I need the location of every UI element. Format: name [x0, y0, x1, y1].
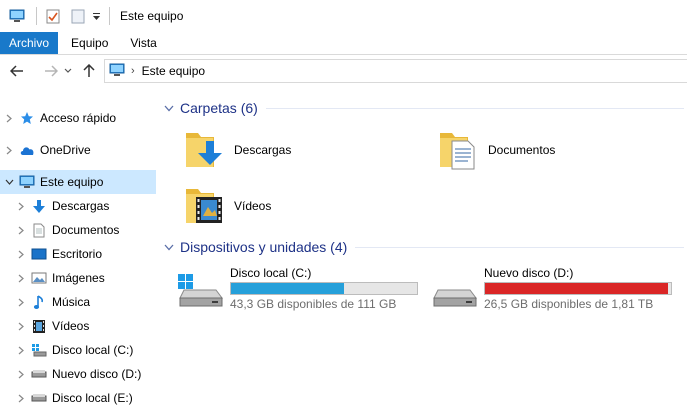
sidebar-item-escritorio[interactable]: Escritorio: [0, 242, 156, 266]
sidebar-item-imagenes[interactable]: Imágenes: [0, 266, 156, 290]
drive-tile-c[interactable]: Disco local (C:) 43,3 GB disponibles de …: [176, 266, 436, 312]
chevron-right-icon[interactable]: [0, 114, 18, 123]
chevron-down-icon[interactable]: [164, 101, 174, 115]
chevron-right-icon[interactable]: [12, 250, 30, 259]
computer-icon: [109, 63, 125, 80]
address-bar[interactable]: › Este equipo: [104, 59, 687, 83]
chevron-right-icon[interactable]: [0, 146, 18, 155]
sidebar-item-descargas[interactable]: Descargas: [0, 194, 156, 218]
pictures-icon: [30, 270, 48, 286]
sidebar-item-disco-local-e[interactable]: Disco local (E:): [0, 386, 156, 410]
sidebar-item-acceso-rapido[interactable]: Acceso rápido: [0, 106, 156, 130]
back-arrow-icon[interactable]: [6, 60, 28, 82]
group-divider: [355, 246, 684, 248]
chevron-right-icon[interactable]: [12, 202, 30, 211]
toolbar-separator: [109, 7, 110, 25]
cloud-icon: [18, 142, 36, 158]
document-icon: [30, 222, 48, 238]
navigation-pane: Acceso rápido OneDrive Este equipo Desca…: [0, 96, 158, 416]
chevron-right-icon[interactable]: [12, 226, 30, 235]
chevron-right-icon[interactable]: [12, 298, 30, 307]
customize-toolbar-dropdown-icon[interactable]: [89, 5, 103, 27]
recent-locations-chevron-icon[interactable]: [62, 60, 74, 82]
sidebar-item-nuevo-disco-d[interactable]: Nuevo disco (D:): [0, 362, 156, 386]
folder-tile-documentos[interactable]: Documentos: [438, 126, 555, 174]
sidebar-item-disco-local-c[interactable]: Disco local (C:): [0, 338, 156, 362]
group-header-dispositivos[interactable]: Dispositivos y unidades (4): [164, 236, 684, 258]
documents-folder-icon: [438, 127, 482, 174]
group-header-carpetas[interactable]: Carpetas (6): [164, 97, 684, 119]
chevron-right-icon[interactable]: [12, 274, 30, 283]
tab-equipo[interactable]: Equipo: [58, 32, 120, 54]
chevron-right-icon[interactable]: [12, 322, 30, 331]
properties-icon[interactable]: [43, 5, 63, 27]
tab-vista[interactable]: Vista: [120, 32, 168, 54]
drive-usage-fill: [231, 283, 345, 294]
sidebar-item-videos[interactable]: Vídeos: [0, 314, 156, 338]
window-title: Este equipo: [120, 9, 184, 23]
chevron-right-icon[interactable]: [12, 370, 30, 379]
quick-access-toolbar: [0, 0, 116, 32]
toolbar-separator: [36, 7, 37, 25]
chevron-down-icon[interactable]: [164, 240, 174, 254]
folder-tile-descargas[interactable]: Descargas: [184, 126, 291, 174]
music-note-icon: [30, 294, 48, 310]
title-bar: Este equipo: [0, 0, 687, 32]
chevron-down-icon[interactable]: [0, 179, 18, 185]
drive-tile-d[interactable]: Nuevo disco (D:) 26,5 GB disponibles de …: [430, 266, 687, 312]
tab-archivo[interactable]: Archivo: [0, 32, 59, 54]
breadcrumb-este-equipo[interactable]: Este equipo: [142, 64, 205, 78]
content-pane: Carpetas (6) Descargas Documentos Vídeos…: [158, 86, 687, 416]
drive-usage-fill: [485, 283, 669, 294]
chevron-right-icon[interactable]: [12, 394, 30, 403]
system-drive-icon: [176, 272, 226, 311]
breadcrumb-chevron-icon[interactable]: ›: [131, 65, 135, 77]
videos-folder-icon: [184, 183, 228, 230]
film-icon: [30, 318, 48, 334]
sidebar-item-onedrive[interactable]: OneDrive: [0, 138, 156, 162]
group-divider: [265, 107, 684, 109]
desktop-icon: [30, 246, 48, 262]
sidebar-item-documentos[interactable]: Documentos: [0, 218, 156, 242]
drive-icon: [30, 366, 48, 382]
computer-icon: [18, 174, 36, 190]
chevron-right-icon[interactable]: [12, 346, 30, 355]
drive-icon: [430, 272, 480, 311]
system-drive-icon: [30, 342, 48, 358]
drive-usage-bar: [230, 282, 418, 295]
folder-tile-videos[interactable]: Vídeos: [184, 182, 271, 230]
forward-arrow-icon[interactable]: [40, 60, 62, 82]
drive-usage-bar: [484, 282, 672, 295]
sidebar-item-musica[interactable]: Música: [0, 290, 156, 314]
computer-icon: [4, 5, 30, 27]
new-folder-icon[interactable]: [67, 5, 89, 27]
ribbon-tabs: Archivo Equipo Vista: [0, 32, 687, 55]
download-arrow-icon: [30, 198, 48, 214]
downloads-folder-icon: [184, 127, 228, 174]
sidebar-item-este-equipo[interactable]: Este equipo: [0, 170, 156, 194]
star-icon: [18, 110, 36, 126]
navigation-bar: › Este equipo: [0, 56, 687, 86]
up-arrow-icon[interactable]: [78, 60, 100, 82]
drive-icon: [30, 390, 48, 406]
